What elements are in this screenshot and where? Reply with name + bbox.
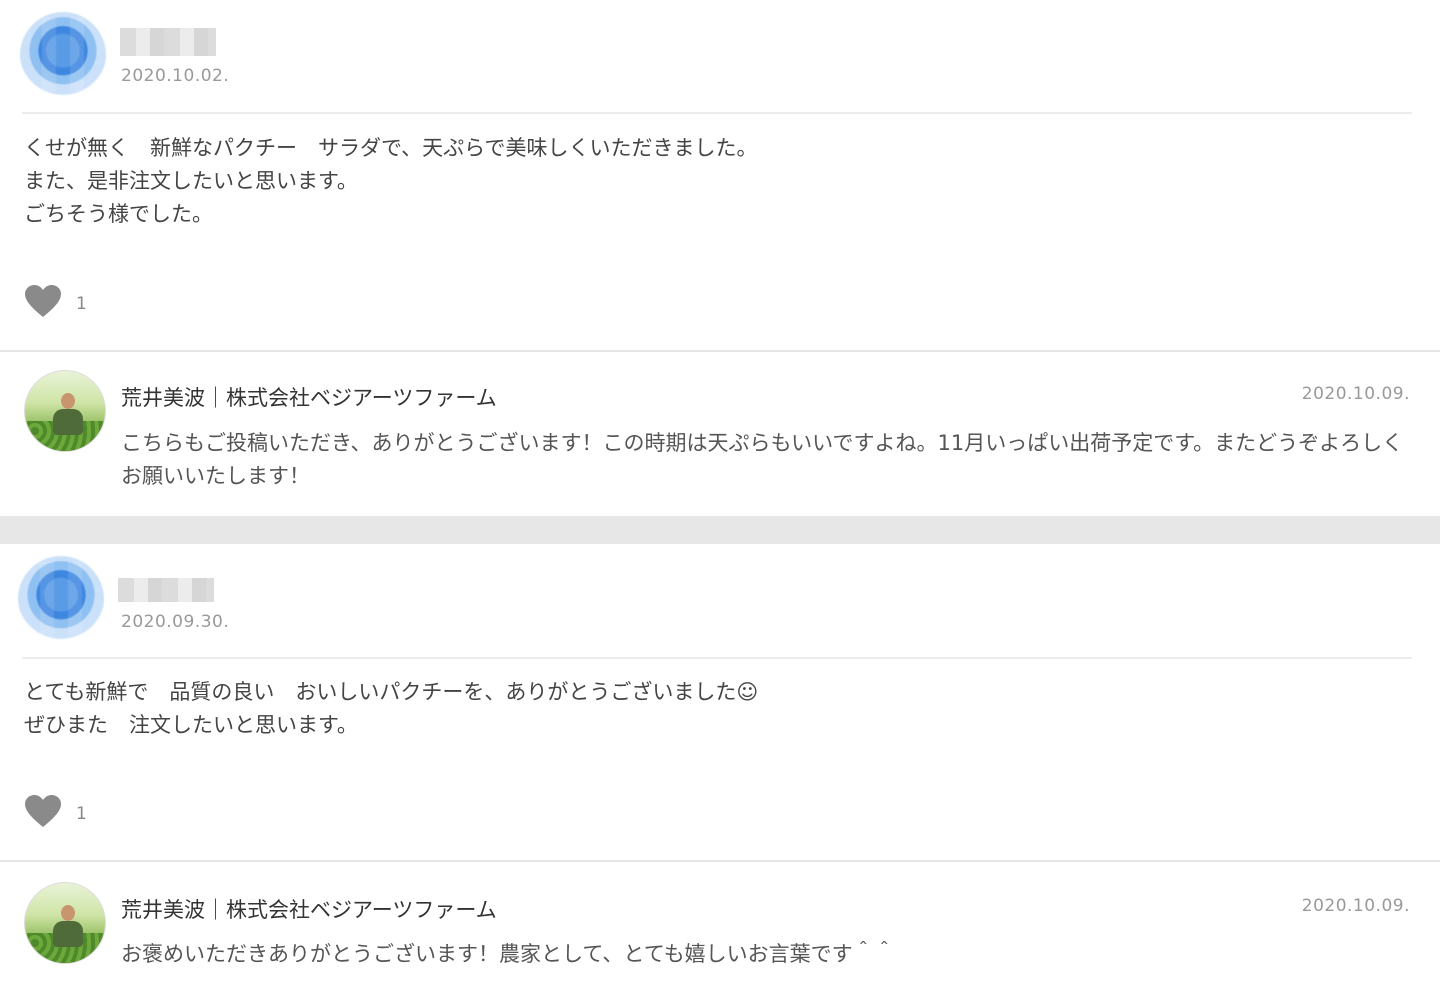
like-count: 1 <box>76 294 87 314</box>
reply-text: お褒めいただきありがとうございます！農家として、とても嬉しいお言葉です＾＾ <box>121 942 895 966</box>
reply-author: 荒井美波｜株式会社ベジアーツファーム <box>121 898 497 922</box>
review-card: 2020.10.02. くせが無く 新鮮なパクチー サラダで、天ぷらで美味しくい… <box>0 0 1440 516</box>
like-button[interactable]: 1 <box>24 794 87 828</box>
review-date: 2020.09.30. <box>121 612 230 632</box>
reply-divider <box>0 350 1440 352</box>
reviewer-avatar <box>18 556 104 642</box>
divider <box>22 112 1412 114</box>
divider <box>22 657 1412 659</box>
review-text: とても新鮮で 品質の良い おいしいパクチーを、ありがとうございました☺ ぜひまた… <box>24 680 759 737</box>
reply-date: 2020.10.09. <box>1301 384 1410 404</box>
reply-avatar <box>24 370 106 452</box>
reviewer-name-redacted <box>118 578 214 602</box>
heart-icon <box>25 795 61 827</box>
heart-icon <box>25 285 61 317</box>
reply-divider <box>0 860 1440 862</box>
review-text: くせが無く 新鮮なパクチー サラダで、天ぷらで美味しくいただきました。 また、是… <box>24 136 758 226</box>
like-count: 1 <box>76 804 87 824</box>
reviewer-name-redacted <box>120 28 216 56</box>
reply-text: こちらもご投稿いただき、ありがとうございます！この時期は天ぷらもいいですよね。1… <box>121 431 1404 488</box>
review-date: 2020.10.02. <box>121 66 230 86</box>
reviewer-avatar <box>20 12 106 98</box>
reply-avatar <box>24 882 106 964</box>
reply-author: 荒井美波｜株式会社ベジアーツファーム <box>121 386 497 410</box>
review-card: 2020.09.30. とても新鮮で 品質の良い おいしいパクチーを、ありがとう… <box>0 544 1440 997</box>
reply-date: 2020.10.09. <box>1301 896 1410 916</box>
like-button[interactable]: 1 <box>24 284 87 318</box>
review-separator <box>0 516 1440 544</box>
